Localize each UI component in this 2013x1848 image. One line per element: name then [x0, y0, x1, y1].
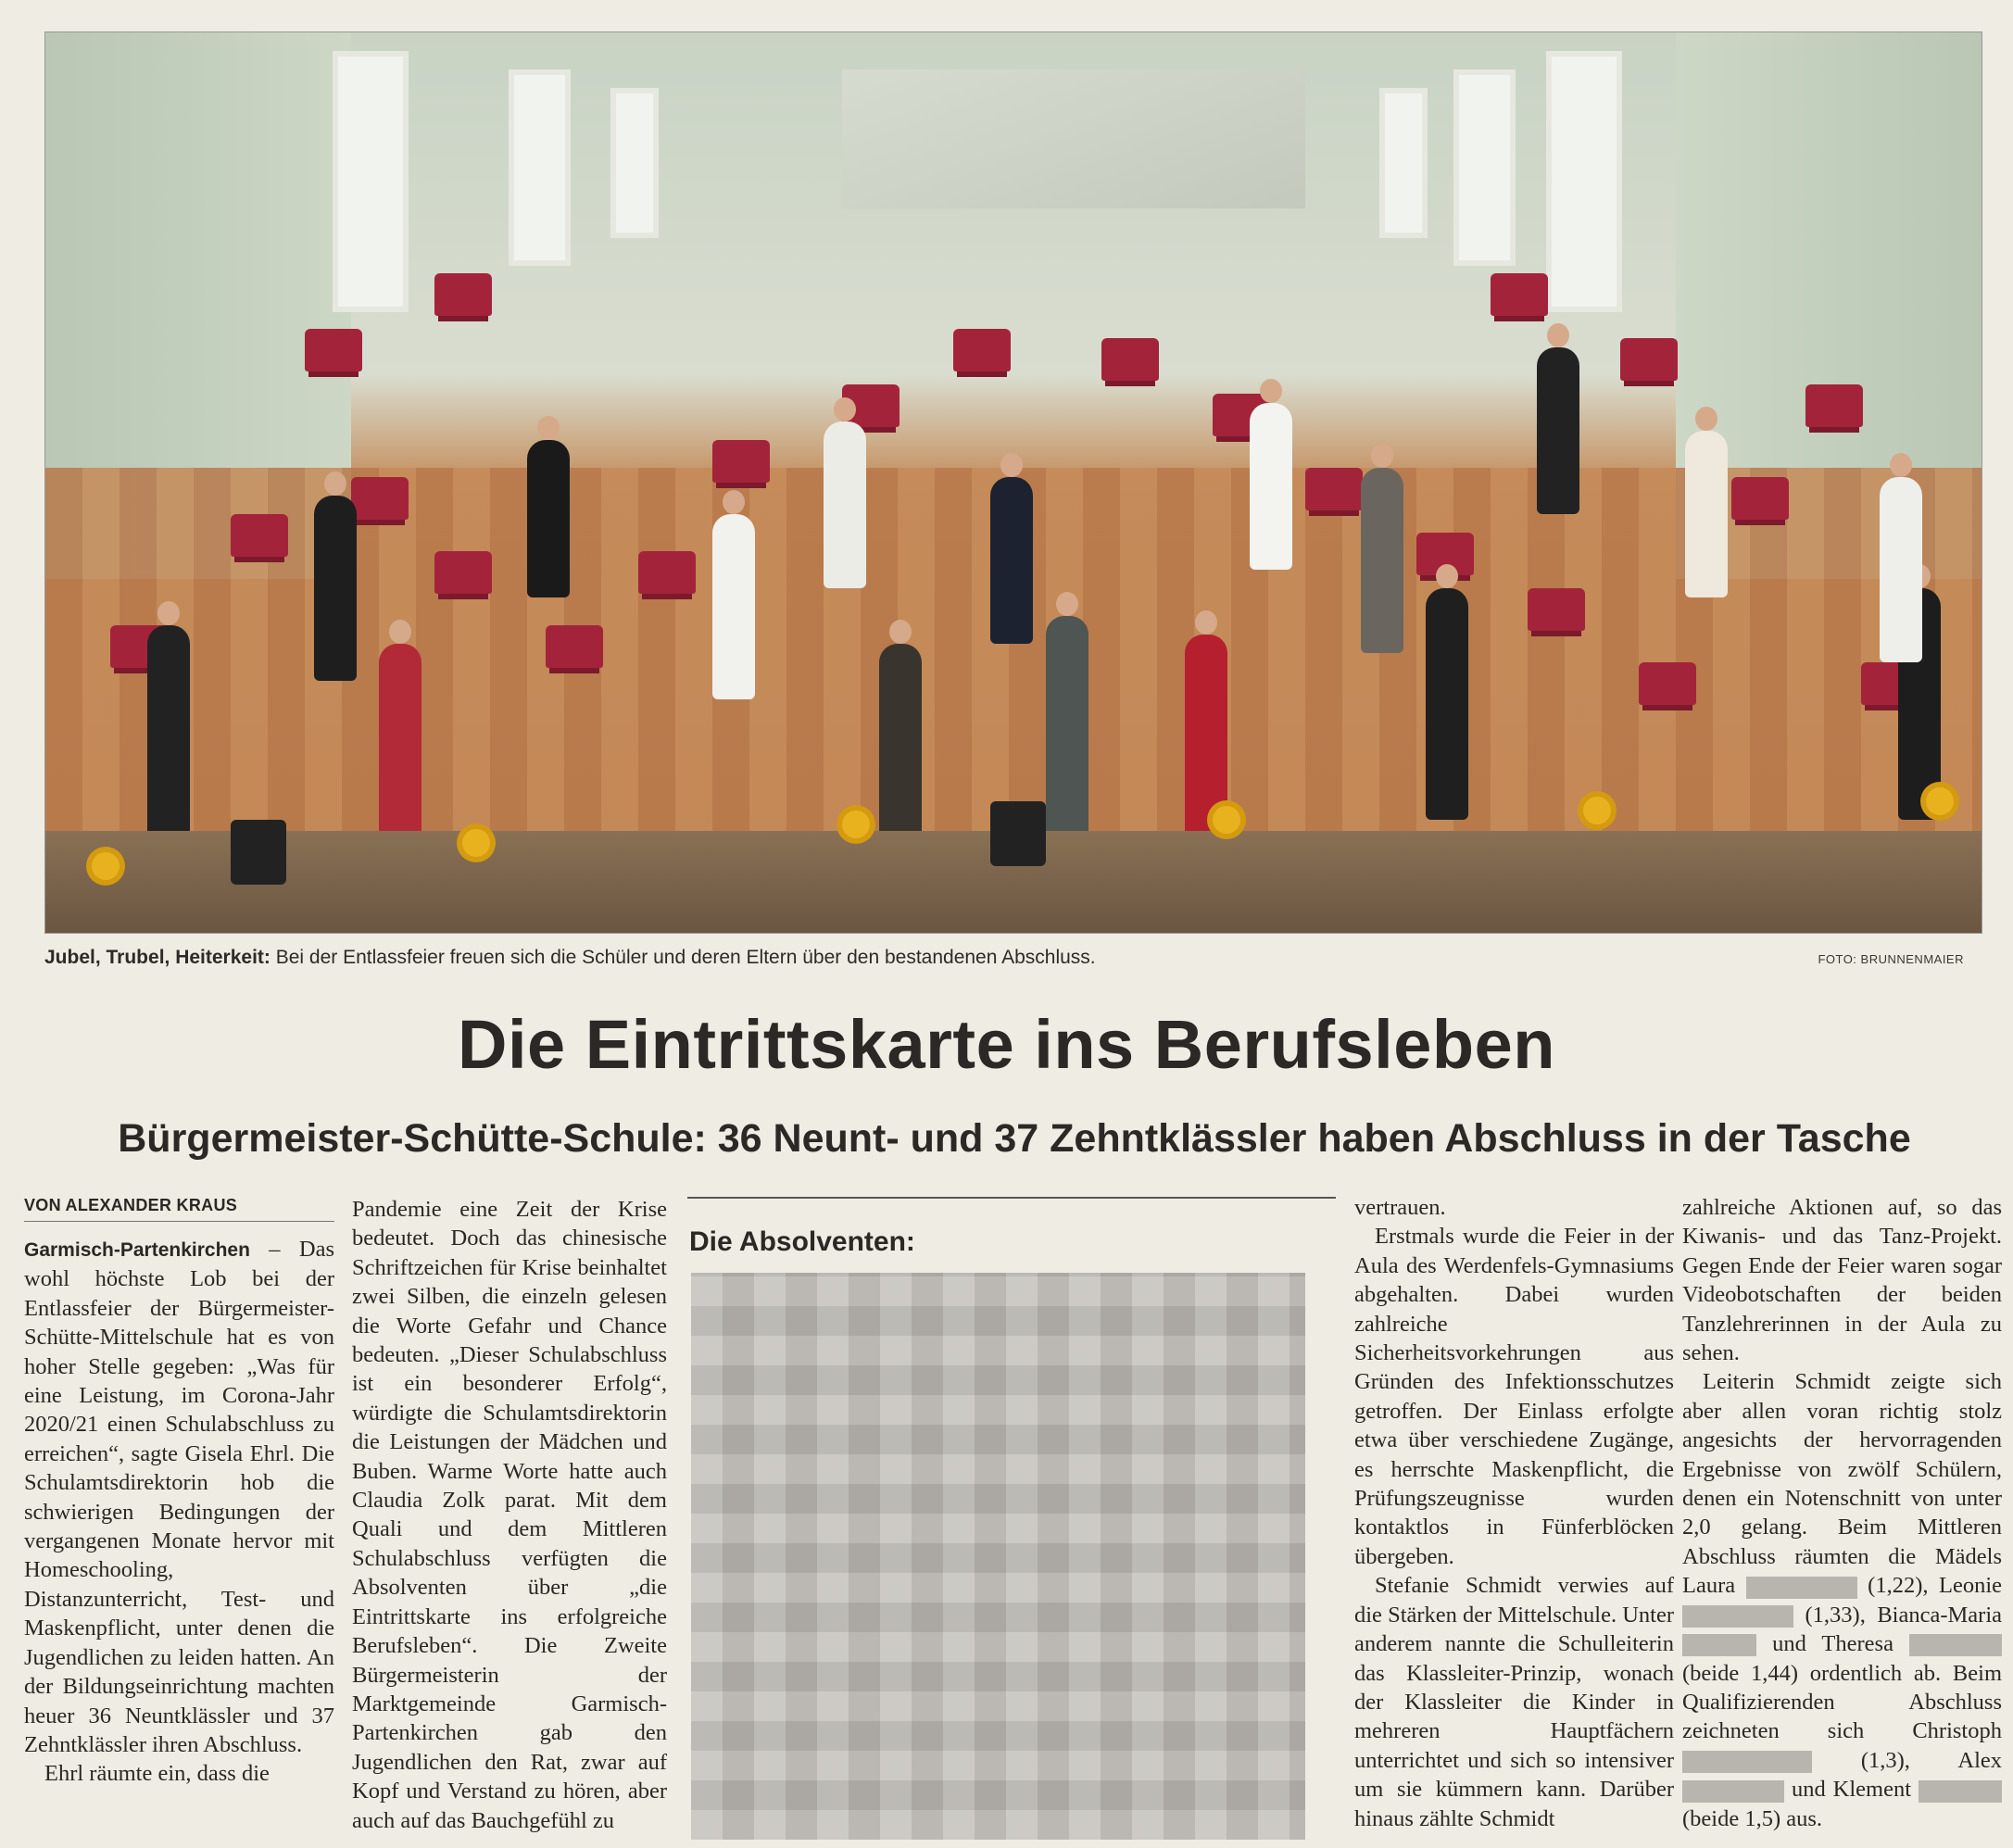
chair	[434, 273, 492, 316]
graduation-photo	[44, 31, 1982, 934]
redacted-name	[1745, 1576, 1857, 1599]
article-column-1: VON ALEXANDER KRAUS Garmisch-Partenkirch…	[24, 1195, 334, 1789]
person	[712, 490, 755, 699]
sunflower	[92, 852, 120, 880]
chair	[953, 329, 1011, 371]
stage-lamp	[231, 820, 286, 885]
person	[1361, 444, 1403, 653]
article-text: (beide 1,5) aus.	[1682, 1805, 1823, 1831]
subheadline: Bürgermeister-Schütte-Schule: 36 Neunt- …	[118, 1116, 1911, 1161]
window	[610, 88, 659, 238]
person	[1880, 453, 1922, 662]
article-column-4: vertrauen. Erstmals wurde die Feier in d…	[1354, 1193, 1674, 1833]
sunflower	[1583, 797, 1611, 824]
chair	[1528, 588, 1585, 631]
article-text: und Klement	[1791, 1777, 1912, 1803]
article-text: – Das wohl höchste Lob bei der Entlassfe…	[24, 1237, 334, 1757]
article-text: (beide 1,44) ordentlich ab. Beim Qualifi…	[1682, 1660, 2002, 1744]
person	[527, 416, 570, 597]
chair	[638, 551, 696, 594]
chair	[1101, 338, 1159, 381]
person	[1537, 323, 1579, 514]
article-text: und Theresa	[1772, 1631, 1893, 1657]
chair	[305, 329, 362, 371]
redacted-name	[1682, 1605, 1793, 1628]
redacted-name	[1682, 1779, 1784, 1803]
redacted-name	[1909, 1634, 2003, 1657]
article-paragraph: zahlreiche Aktionen auf, so das Kiwanis-…	[1682, 1195, 2002, 1366]
byline: VON ALEXANDER KRAUS	[24, 1195, 334, 1222]
window	[1379, 88, 1428, 238]
chair	[546, 625, 603, 668]
sunflower	[842, 811, 870, 838]
person	[879, 620, 922, 857]
person	[990, 453, 1033, 644]
photo-caption-lead: Jubel, Trubel, Heiterkeit:	[44, 947, 270, 968]
dateline: Garmisch-Partenkirchen	[24, 1239, 250, 1261]
stage-lamp	[990, 801, 1046, 866]
chair	[1620, 338, 1678, 381]
person	[314, 471, 357, 681]
chair	[1491, 273, 1548, 316]
article-paragraph: Pandemie eine Zeit der Krise bedeutet. D…	[352, 1197, 667, 1833]
chair	[231, 514, 288, 557]
person	[147, 601, 190, 838]
photo-credit: FOTO: BRUNNENMAIER	[1818, 952, 1964, 966]
person	[1426, 564, 1468, 820]
article-column-2: Pandemie eine Zeit der Krise bedeutet. D…	[352, 1195, 667, 1835]
chair	[351, 477, 409, 520]
chair	[712, 440, 770, 483]
redacted-name	[1919, 1779, 2003, 1803]
graduates-box-title: Die Absolventen:	[689, 1226, 915, 1257]
graduates-box: Die Absolventen:	[687, 1197, 1336, 1847]
article-paragraph: vertrauen.	[1354, 1195, 1446, 1220]
article-text: (1,3), Alex	[1860, 1747, 2002, 1773]
chair	[434, 551, 492, 594]
person	[1250, 379, 1292, 570]
chair	[1305, 468, 1363, 510]
stairs	[842, 69, 1305, 208]
window	[1546, 51, 1622, 312]
chair	[1639, 662, 1696, 705]
article-paragraph: Erstmals wurde die Feier in der Aula des…	[1354, 1224, 1674, 1569]
chair	[1731, 477, 1789, 520]
sunflower	[462, 829, 490, 857]
article-text: (1,33), Bianca-Maria	[1805, 1602, 2003, 1628]
pixelated-graduates-list	[691, 1273, 1305, 1840]
article-column-5: zahlreiche Aktionen auf, so das Kiwanis-…	[1682, 1193, 2003, 1833]
window	[333, 51, 409, 312]
article-paragraph: Ehrl räumte ein, dass die	[44, 1761, 270, 1787]
article-paragraph: Garmisch-Partenkirchen – Das wohl höchst…	[24, 1235, 334, 1759]
article-text: Leiterin Schmidt zeigte sich aber allen …	[1682, 1369, 2002, 1599]
headline: Die Eintrittskarte ins Berufsleben	[458, 1006, 1555, 1083]
photo-caption-row: Jubel, Trubel, Heiterkeit: Bei der Entla…	[44, 947, 1981, 973]
person	[1685, 407, 1728, 597]
sunflower	[1213, 806, 1240, 834]
person	[1046, 592, 1088, 838]
redacted-name	[1682, 1751, 1812, 1774]
photo-caption: Jubel, Trubel, Heiterkeit: Bei der Entla…	[44, 947, 1096, 969]
sunflower	[1926, 787, 1954, 815]
window	[1453, 69, 1516, 266]
person	[379, 620, 421, 848]
article-text: (1,22), Leonie	[1868, 1573, 2003, 1599]
chair	[1805, 384, 1863, 427]
article-paragraph: Leiterin Schmidt zeigte sich aber allen …	[1682, 1367, 2003, 1833]
photo-caption-text: Bei der Entlassfeier freuen sich die Sch…	[270, 947, 1096, 968]
redacted-name	[1682, 1634, 1756, 1657]
window	[509, 69, 571, 266]
person	[824, 397, 866, 588]
article-paragraph: Stefanie Schmidt verwies auf die Stärken…	[1354, 1573, 1674, 1831]
